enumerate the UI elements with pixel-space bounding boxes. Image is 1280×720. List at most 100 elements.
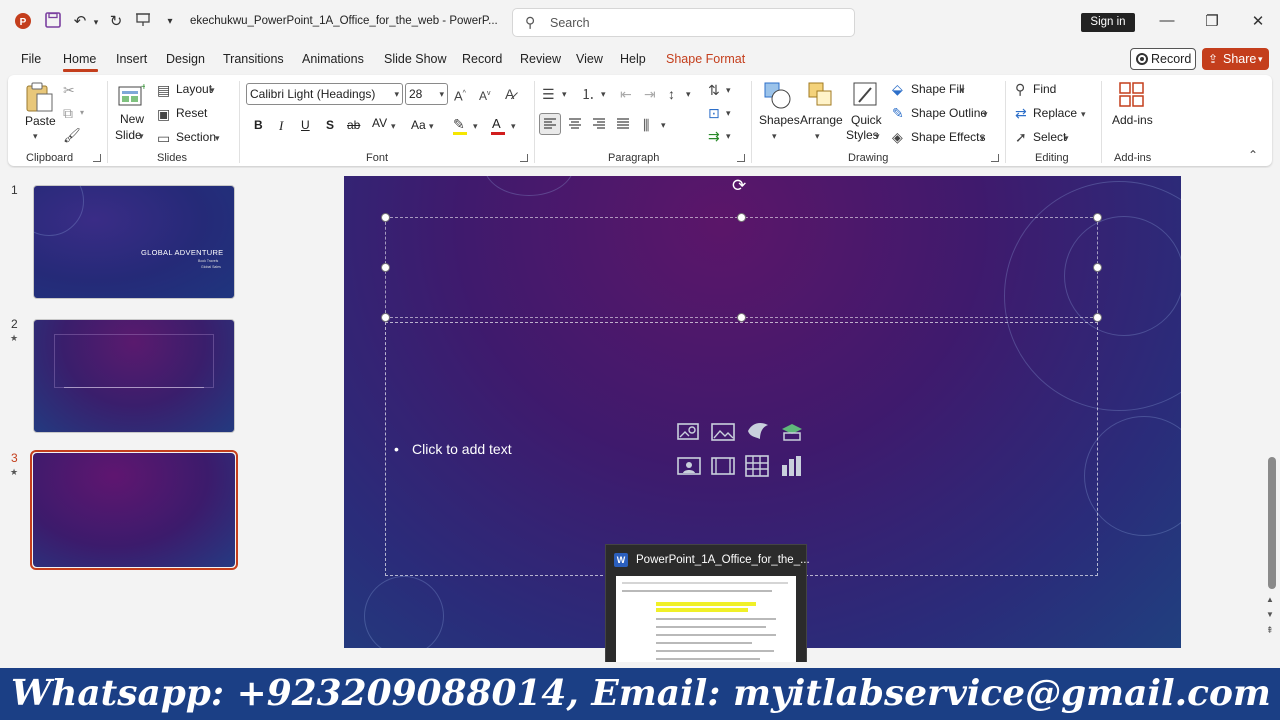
tab-help[interactable]: Help bbox=[620, 52, 646, 66]
bullets-icon[interactable]: ☰ bbox=[542, 86, 555, 102]
decrease-font-icon[interactable]: Av bbox=[479, 86, 491, 104]
align-left-button[interactable] bbox=[539, 113, 561, 135]
shapes-icon[interactable] bbox=[762, 80, 792, 115]
reset-button[interactable]: Reset bbox=[176, 106, 207, 120]
strikethrough-button[interactable]: ab bbox=[347, 118, 360, 132]
resize-handle[interactable] bbox=[381, 213, 390, 222]
find-button[interactable]: Find bbox=[1033, 82, 1056, 96]
text-direction-icon[interactable]: ⇅ bbox=[708, 82, 720, 98]
share-button[interactable]: ⇪ Share ▾ bbox=[1202, 48, 1269, 70]
align-right-icon[interactable] bbox=[589, 114, 609, 139]
taskbar-preview-popup[interactable]: W PowerPoint_1A_Office_for_the_... bbox=[605, 544, 810, 669]
insert-picture-icon[interactable] bbox=[711, 421, 737, 443]
quick-styles-label-2[interactable]: Styles bbox=[846, 128, 879, 142]
drawing-launcher-icon[interactable] bbox=[991, 154, 999, 162]
section-dropdown-icon[interactable]: ▾ bbox=[215, 130, 220, 146]
minimize-icon[interactable]: — bbox=[1157, 12, 1177, 29]
clipboard-launcher-icon[interactable] bbox=[93, 154, 101, 162]
resize-handle[interactable] bbox=[1093, 313, 1102, 322]
vertical-scrollbar[interactable] bbox=[1264, 168, 1280, 668]
new-slide-dropdown-icon[interactable]: ▾ bbox=[139, 128, 144, 144]
quick-styles-label-1[interactable]: Quick bbox=[851, 113, 882, 127]
slide-thumbnail-2[interactable] bbox=[33, 319, 235, 433]
increase-font-icon[interactable]: A^ bbox=[454, 86, 466, 104]
save-icon[interactable] bbox=[43, 12, 63, 32]
shapes-label[interactable]: Shapes bbox=[759, 113, 800, 127]
smartart-icon[interactable]: ⇉ bbox=[708, 128, 720, 144]
add-ins-icon[interactable] bbox=[1118, 81, 1146, 114]
replace-icon[interactable]: ⇄ bbox=[1015, 105, 1027, 121]
document-title[interactable]: ekechukwu_PowerPoint_1A_Office_for_the_w… bbox=[190, 15, 498, 27]
undo-dropdown-icon[interactable]: ▾ bbox=[86, 12, 106, 32]
scroll-down-icon[interactable]: ▼ bbox=[1266, 610, 1274, 619]
find-icon[interactable]: ⚲ bbox=[1015, 81, 1025, 97]
new-slide-icon[interactable]: + bbox=[117, 82, 147, 108]
layout-button[interactable]: Layout bbox=[176, 82, 212, 96]
resize-handle[interactable] bbox=[737, 313, 746, 322]
tab-view[interactable]: View bbox=[576, 52, 603, 66]
new-slide-label-1[interactable]: New bbox=[120, 112, 144, 126]
tab-animations[interactable]: Animations bbox=[302, 52, 364, 66]
record-button[interactable]: Record bbox=[1130, 48, 1196, 70]
spacing-dropdown-icon[interactable]: ▾ bbox=[391, 118, 396, 134]
arrange-label[interactable]: Arrange bbox=[800, 113, 843, 127]
section-button[interactable]: Section bbox=[176, 130, 216, 144]
paste-button-label[interactable]: Paste bbox=[25, 114, 56, 128]
underline-button[interactable]: U bbox=[301, 118, 310, 132]
resize-handle[interactable] bbox=[381, 263, 390, 272]
resize-handle[interactable] bbox=[1093, 263, 1102, 272]
change-case-button[interactable]: Aa bbox=[411, 118, 426, 132]
character-spacing-button[interactable]: AV bbox=[372, 116, 387, 130]
text-direction-dropdown-icon[interactable]: ▾ bbox=[726, 82, 731, 98]
tab-insert[interactable]: Insert bbox=[116, 52, 147, 66]
replace-button[interactable]: Replace bbox=[1033, 106, 1077, 120]
italic-button[interactable]: I bbox=[279, 118, 283, 134]
tab-review[interactable]: Review bbox=[520, 52, 561, 66]
redo-icon[interactable]: ↻ bbox=[106, 12, 126, 32]
select-dropdown-icon[interactable]: ▾ bbox=[1064, 130, 1069, 146]
shape-fill-dropdown-icon[interactable]: ▾ bbox=[960, 82, 965, 98]
select-cursor-icon[interactable]: ➚ bbox=[1015, 129, 1027, 145]
text-shadow-button[interactable]: S bbox=[326, 118, 334, 132]
decrease-indent-icon[interactable]: ⇤ bbox=[620, 86, 632, 102]
font-color-button[interactable]: A bbox=[492, 116, 501, 131]
insert-cameo-icon[interactable] bbox=[677, 455, 703, 477]
section-icon[interactable]: ▭ bbox=[157, 130, 170, 146]
insert-chart-icon[interactable] bbox=[779, 455, 805, 477]
paste-icon[interactable] bbox=[24, 81, 54, 113]
present-icon[interactable] bbox=[133, 12, 153, 32]
title-placeholder[interactable] bbox=[385, 217, 1098, 318]
restore-icon[interactable]: ❐ bbox=[1202, 12, 1222, 30]
arrange-icon[interactable] bbox=[806, 80, 836, 115]
shape-effects-button[interactable]: Shape Effects bbox=[911, 130, 986, 144]
tab-slide-show[interactable]: Slide Show bbox=[384, 52, 447, 66]
arrange-dropdown-icon[interactable]: ▾ bbox=[815, 128, 820, 144]
font-color-dropdown-icon[interactable]: ▾ bbox=[511, 118, 516, 134]
layout-icon[interactable]: ▤ bbox=[157, 82, 170, 98]
smartart-dropdown-icon[interactable]: ▾ bbox=[726, 128, 731, 144]
tab-file[interactable]: File bbox=[21, 52, 41, 66]
collapse-ribbon-icon[interactable]: ⌃ bbox=[1248, 147, 1258, 163]
align-text-dropdown-icon[interactable]: ▾ bbox=[726, 105, 731, 121]
shape-fill-button[interactable]: Shape Fill bbox=[911, 82, 964, 96]
select-button[interactable]: Select bbox=[1033, 130, 1066, 144]
previous-slide-icon[interactable]: ⇞ bbox=[1266, 625, 1274, 636]
highlight-dropdown-icon[interactable]: ▾ bbox=[473, 118, 478, 134]
resize-handle[interactable] bbox=[1093, 213, 1102, 222]
shape-effects-icon[interactable]: ◈ bbox=[892, 129, 903, 145]
align-text-icon[interactable]: ⊡ bbox=[708, 105, 720, 121]
highlight-icon[interactable]: ✎ bbox=[453, 116, 467, 135]
font-size-select[interactable]: 28 ▾ bbox=[405, 83, 448, 105]
clear-formatting-icon[interactable]: A̷ bbox=[505, 86, 514, 102]
shape-outline-button[interactable]: Shape Outline bbox=[911, 106, 987, 120]
tab-transitions[interactable]: Transitions bbox=[223, 52, 284, 66]
columns-icon[interactable]: ⫼ bbox=[643, 117, 649, 133]
replace-dropdown-icon[interactable]: ▾ bbox=[1081, 106, 1086, 122]
content-placeholder-text[interactable]: Click to add text bbox=[412, 441, 512, 457]
bullets-dropdown-icon[interactable]: ▾ bbox=[562, 86, 567, 102]
search-box[interactable]: ⚲ Search bbox=[512, 8, 855, 37]
font-launcher-icon[interactable] bbox=[520, 154, 528, 162]
font-family-select[interactable]: Calibri Light (Headings) ▾ bbox=[246, 83, 403, 105]
new-slide-label-2[interactable]: Slide bbox=[115, 128, 142, 142]
insert-3d-model-icon[interactable] bbox=[779, 421, 805, 443]
